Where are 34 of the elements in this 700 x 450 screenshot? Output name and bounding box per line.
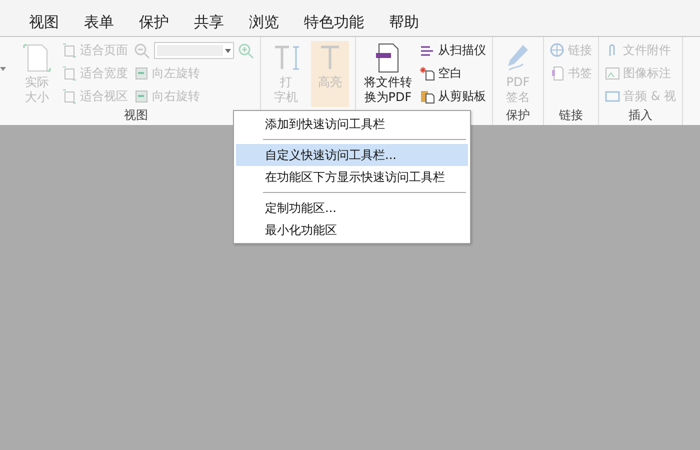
caret-icon[interactable] (0, 67, 6, 71)
menu-item[interactable]: 定制功能区... (236, 197, 468, 219)
image-icon (605, 66, 620, 81)
globe-icon (550, 43, 565, 58)
group-label: 插入 (628, 107, 654, 124)
ribbon-tab[interactable]: 表单 (82, 12, 116, 32)
ribbon-tab[interactable]: 特色功能 (302, 12, 366, 32)
star-icon (420, 66, 435, 81)
ribbon-button[interactable]: 将文件转 换为PDF (362, 41, 414, 107)
fit-page-icon (62, 66, 77, 81)
menu-item[interactable]: 自定义快速访问工具栏... (236, 144, 468, 166)
menu-item[interactable]: 在功能区下方显示快速访问工具栏 (236, 166, 468, 188)
ribbon-tab[interactable]: 视图 (27, 12, 61, 32)
ribbon-tab[interactable]: 浏览 (247, 12, 281, 32)
group-label: 保护 (505, 107, 531, 124)
ribbon-tab[interactable]: 共享 (192, 12, 226, 32)
ribbon-button[interactable]: 空白 (420, 64, 486, 83)
menu-item[interactable]: 最小化功能区 (236, 219, 468, 241)
rotate-icon (134, 89, 149, 104)
bookmark-icon (550, 66, 565, 81)
group-label: 视图 (123, 107, 149, 124)
zoom-in-icon[interactable] (238, 42, 254, 58)
ribbon-tab[interactable]: 保护 (137, 12, 171, 32)
zoom-out-icon[interactable] (134, 42, 150, 58)
rotate-icon (134, 66, 149, 81)
ribbon-tab[interactable]: 帮助 (387, 12, 421, 32)
clipboard-icon (420, 89, 435, 104)
caret-icon (225, 48, 231, 52)
group-label: 链接 (558, 107, 584, 124)
ribbon-button[interactable]: 从扫描仪 (420, 41, 486, 60)
fit-page-icon (62, 43, 77, 58)
menu-item[interactable]: 添加到快速访问工具栏 (236, 113, 468, 135)
fit-page-icon (62, 89, 77, 104)
ribbon-button[interactable]: 从剪贴板 (420, 87, 486, 106)
